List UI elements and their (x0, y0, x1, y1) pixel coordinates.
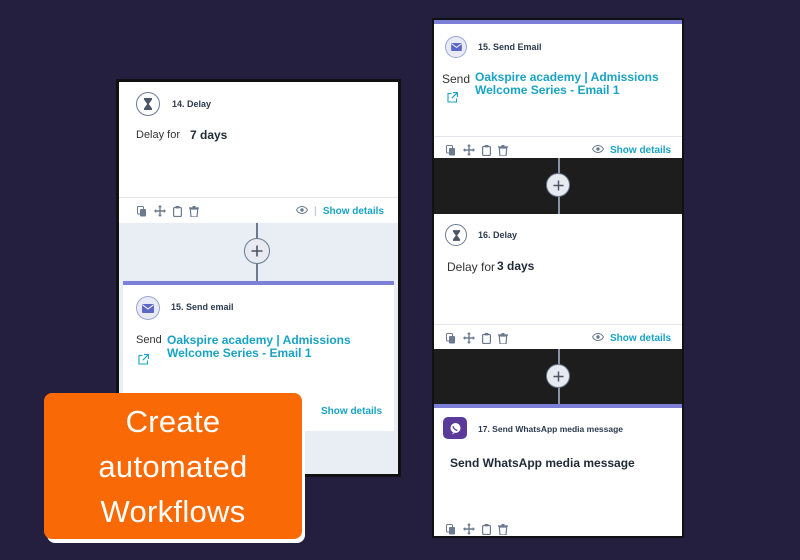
show-details-label: Show details (321, 406, 383, 417)
delay-card-14[interactable]: 14. Delay Delay for 7 days | Show detail… (119, 82, 398, 223)
delay-value: 3 days (497, 259, 535, 273)
send-label: Send (442, 72, 471, 86)
clipboard-icon[interactable] (482, 332, 491, 344)
card-footer: Show details (434, 324, 682, 350)
copy-icon[interactable] (446, 144, 456, 156)
whatsapp-message-text: Send WhatsApp media message (450, 456, 635, 470)
email-card-title: 15. Send Email (478, 42, 542, 52)
delay-label: Delay for (136, 129, 181, 141)
email-template-link[interactable]: Oakspire academy | Admissions Welcome Se… (475, 71, 680, 97)
trash-icon[interactable] (498, 332, 508, 344)
envelope-icon (445, 36, 467, 58)
email-card-title: 15. Send email (171, 302, 234, 312)
delay-value: 7 days (190, 128, 228, 142)
eye-icon (295, 205, 309, 217)
show-details-link[interactable]: Show details (321, 406, 382, 417)
hourglass-icon (445, 224, 467, 246)
move-icon[interactable] (463, 523, 475, 535)
connector (119, 223, 398, 281)
move-icon[interactable] (463, 332, 475, 344)
connector (434, 349, 682, 404)
trash-icon[interactable] (498, 523, 508, 535)
eye-icon (591, 332, 605, 344)
card-tools (446, 332, 508, 344)
delay-label: Delay for (447, 260, 496, 274)
show-details-link[interactable]: Show details (591, 332, 672, 344)
card-footer (434, 516, 682, 536)
delay-card-title: 16. Delay (478, 230, 518, 240)
send-email-card-15[interactable]: 15. Send Email Send Oakspire academy | A… (434, 20, 682, 158)
show-details-label: Show details (322, 206, 384, 217)
connector (434, 158, 682, 214)
copy-icon[interactable] (446, 332, 456, 344)
add-step-button[interactable] (546, 364, 570, 388)
delay-card-16[interactable]: 16. Delay Delay for 3 days Show details (434, 214, 682, 349)
copy-icon[interactable] (137, 205, 147, 217)
clipboard-icon[interactable] (482, 523, 491, 535)
send-label: Send (136, 334, 162, 346)
card-footer: | Show details (119, 197, 398, 223)
whatsapp-card-17[interactable]: 17. Send WhatsApp media message Send Wha… (434, 404, 682, 536)
move-icon[interactable] (463, 144, 475, 156)
right-workflow-panel: 15. Send Email Send Oakspire academy | A… (432, 18, 684, 538)
clipboard-icon[interactable] (482, 144, 491, 156)
cta-badge: Create automated Workflows (44, 393, 302, 539)
envelope-icon (136, 296, 160, 320)
cta-line-2: automated (98, 448, 248, 484)
external-link-icon[interactable] (138, 352, 149, 370)
clipboard-icon[interactable] (173, 205, 182, 217)
show-details-link[interactable]: | Show details (295, 205, 384, 217)
move-icon[interactable] (154, 205, 166, 217)
email-template-link[interactable]: Oakspire academy | Admissions Welcome Se… (167, 334, 382, 360)
external-link-icon[interactable] (447, 90, 458, 108)
viber-icon (443, 417, 467, 439)
trash-icon[interactable] (498, 144, 508, 156)
show-details-label: Show details (610, 145, 672, 156)
hourglass-icon (136, 92, 160, 116)
whatsapp-card-title: 17. Send WhatsApp media message (478, 424, 624, 434)
cta-line-1: Create (125, 403, 221, 439)
add-step-button[interactable] (546, 173, 570, 197)
delay-card-title: 14. Delay (172, 99, 212, 109)
trash-icon[interactable] (189, 205, 199, 217)
copy-icon[interactable] (446, 523, 456, 535)
card-tools (137, 205, 199, 217)
show-details-label: Show details (610, 333, 672, 344)
card-tools (446, 144, 508, 156)
cta-line-3: Workflows (100, 493, 246, 529)
card-tools (446, 523, 508, 535)
show-details-link[interactable]: Show details (591, 144, 672, 156)
eye-icon (591, 144, 605, 156)
add-step-button[interactable] (244, 238, 270, 264)
